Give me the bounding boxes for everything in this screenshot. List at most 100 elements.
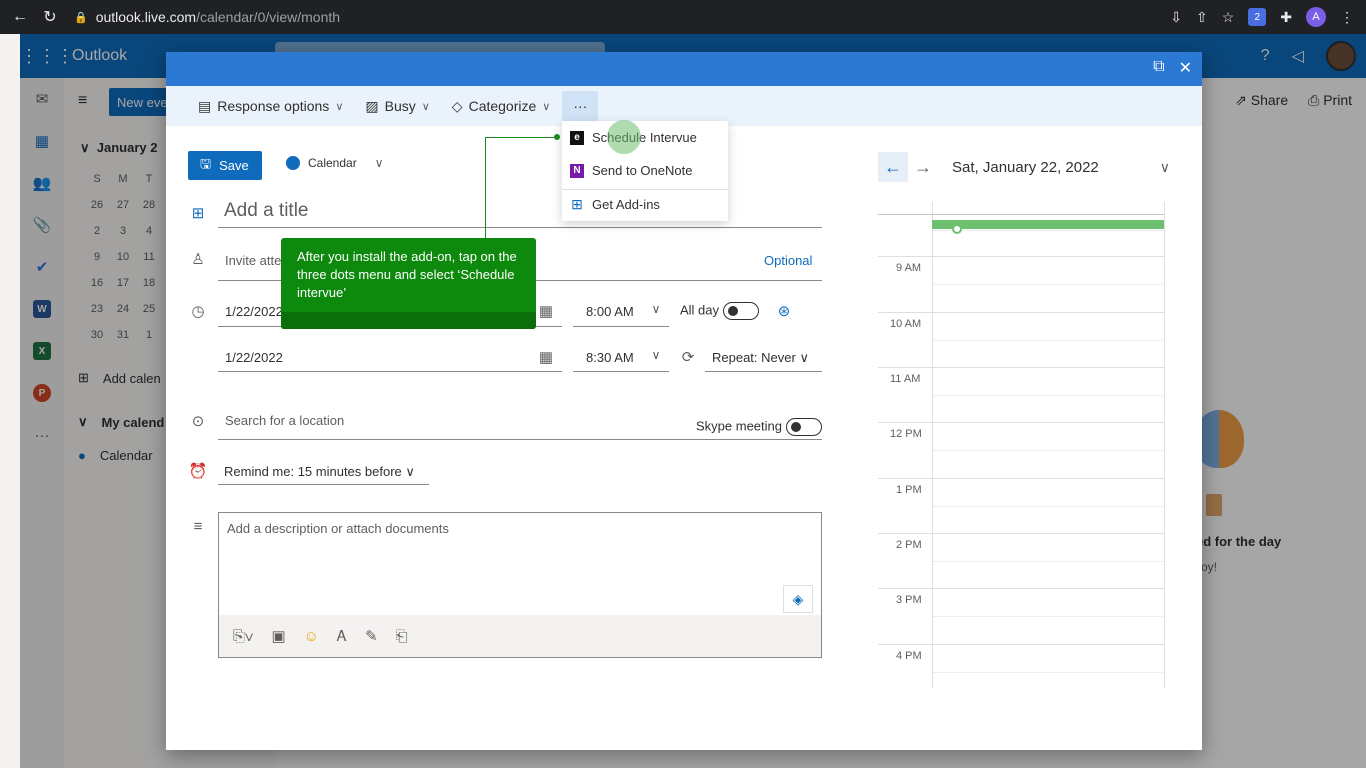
- chevron-down-icon: ∨: [405, 464, 415, 479]
- extensions-puzzle-icon[interactable]: ✚: [1280, 9, 1292, 26]
- title-underline: [218, 227, 822, 228]
- bookmark-star-icon[interactable]: ☆: [1222, 9, 1235, 26]
- close-icon[interactable]: ✕: [1179, 58, 1192, 78]
- hour-label: 10 AM: [890, 318, 922, 330]
- grid-line: [932, 616, 1164, 617]
- end-time-underline: [573, 371, 669, 372]
- invite-attendees-input[interactable]: Invite atte: [225, 253, 281, 268]
- menu-item-schedule-intervue[interactable]: e Schedule Intervue: [562, 121, 728, 154]
- tutorial-callout: After you install the add-on, tap on the…: [281, 238, 536, 329]
- description-editor[interactable]: Add a description or attach documents ◈ …: [218, 512, 822, 658]
- profile-avatar[interactable]: A: [1306, 7, 1326, 27]
- hour-label: 12 PM: [890, 428, 922, 440]
- next-day-button[interactable]: →: [908, 152, 938, 182]
- onenote-icon: N: [570, 163, 584, 178]
- callout-connector: [485, 137, 557, 138]
- chevron-down-icon[interactable]: ∨: [1160, 159, 1170, 176]
- grid-line: [878, 367, 1164, 368]
- end-date-underline: [218, 371, 562, 372]
- all-day-toggle[interactable]: All day: [680, 302, 759, 320]
- grid-line: [878, 214, 1164, 215]
- emoji-icon[interactable]: ☺: [304, 628, 319, 645]
- more-options-button[interactable]: ···: [562, 91, 599, 121]
- day-view-grid[interactable]: 9 AM 10 AM 11 AM 12 PM 1 PM 2 PM 3 PM 4 …: [878, 202, 1165, 688]
- busy-button[interactable]: ▨ Busy ∨: [365, 98, 429, 115]
- chevron-down-icon[interactable]: ∨: [646, 302, 666, 316]
- response-options-button[interactable]: ▤ Response options ∨: [198, 98, 343, 115]
- location-input[interactable]: Search for a location: [225, 413, 344, 428]
- intervue-icon: e: [570, 130, 584, 145]
- alarm-clock-icon: ⏰: [188, 463, 208, 480]
- tutorial-callout-text: After you install the add-on, tap on the…: [297, 249, 517, 300]
- event-resize-handle[interactable]: [952, 224, 962, 234]
- callout-connector: [485, 137, 486, 238]
- click-highlight-indicator: [607, 120, 641, 154]
- insights-gem-icon[interactable]: ◈: [783, 585, 813, 613]
- grid-line: [878, 533, 1164, 534]
- end-date-picker-icon[interactable]: ▦: [536, 348, 556, 366]
- start-time-select[interactable]: 8:00 AM: [586, 304, 634, 319]
- pop-out-icon[interactable]: ⧉: [1153, 58, 1164, 78]
- reminder-select[interactable]: Remind me: 15 minutes before ∨: [224, 464, 415, 480]
- formatting-toolbar: ⎘∨ ▣ ☺ Ꭺ ✎ ⎗: [219, 615, 821, 657]
- calendar-selector[interactable]: Calendar ∨: [286, 156, 384, 170]
- categorize-button[interactable]: ◇ Categorize ∨: [452, 98, 551, 115]
- description-lines-icon: ≡: [193, 518, 203, 535]
- skype-meeting-toggle[interactable]: Skype meeting: [696, 418, 822, 436]
- person-icon: ♙: [191, 251, 205, 268]
- insert-picture-icon[interactable]: ▣: [271, 627, 285, 645]
- grid-line: [878, 422, 1164, 423]
- title-input[interactable]: Add a title: [224, 200, 309, 222]
- add-ins-icon: ⊞: [571, 196, 583, 212]
- chevron-down-icon[interactable]: ∨: [646, 348, 666, 362]
- callout-anchor-dot: [554, 134, 560, 140]
- chevron-down-icon: ∨: [374, 156, 384, 170]
- end-date-input[interactable]: 1/22/2022: [225, 350, 283, 365]
- start-date-input[interactable]: 1/22/2022: [225, 304, 283, 319]
- attach-file-icon[interactable]: ⎘∨: [233, 628, 253, 645]
- grid-line: [932, 450, 1164, 451]
- event-preview-bar[interactable]: [932, 220, 1164, 229]
- install-app-icon[interactable]: ⇩: [1170, 9, 1182, 26]
- tag-icon: ◇: [451, 97, 463, 114]
- end-time-select[interactable]: 8:30 AM: [586, 350, 634, 365]
- url-path: /calendar/0/view/month: [196, 9, 341, 25]
- skype-meeting-switch[interactable]: [785, 418, 822, 436]
- hour-label: 3 PM: [896, 594, 922, 606]
- calendar-color-icon: [286, 156, 300, 170]
- grid-line: [1164, 202, 1165, 688]
- repeat-select[interactable]: Repeat: Never ∨: [712, 350, 809, 366]
- previous-day-button[interactable]: ←: [878, 152, 908, 182]
- location-pin-icon: ⊙: [191, 413, 205, 430]
- start-time-underline: [573, 326, 669, 327]
- url-host: outlook.live.com: [95, 9, 197, 25]
- format-text-icon[interactable]: Ꭺ: [337, 628, 347, 645]
- tutorial-callout-footer: [281, 312, 536, 329]
- location-underline: [218, 439, 822, 440]
- grid-line: [932, 395, 1164, 396]
- menu-item-get-add-ins[interactable]: ⊞ Get Add-ins: [562, 188, 728, 221]
- grid-line: [932, 284, 1164, 285]
- grid-line: [932, 230, 1164, 231]
- address-bar[interactable]: 🔒 outlook.live.com/calendar/0/view/month: [74, 9, 340, 25]
- title-category-icon: ⊞: [191, 205, 205, 222]
- back-arrow-icon[interactable]: ←: [10, 8, 30, 26]
- signature-pen-icon[interactable]: ✎: [365, 627, 378, 645]
- dialog-toolbar: ▤ Response options ∨ ▨ Busy ∨ ◇ Categori…: [166, 86, 1202, 126]
- all-day-switch[interactable]: [722, 302, 759, 320]
- grid-line: [932, 340, 1164, 341]
- menu-item-send-to-onenote[interactable]: N Send to OneNote: [562, 154, 728, 187]
- form-icon[interactable]: ⎗: [396, 628, 408, 645]
- extension-badge-icon[interactable]: 2: [1248, 8, 1267, 26]
- grid-line: [878, 312, 1164, 313]
- grid-line: [878, 588, 1164, 589]
- reload-icon[interactable]: ↻: [40, 7, 60, 27]
- start-date-picker-icon[interactable]: ▦: [536, 302, 556, 320]
- save-button[interactable]: 🖫 Save: [188, 151, 262, 180]
- chevron-down-icon: ∨: [542, 100, 551, 113]
- browser-menu-icon[interactable]: ⋮: [1340, 9, 1354, 26]
- share-page-icon[interactable]: ⇧: [1196, 9, 1208, 26]
- day-view-date: Sat, January 22, 2022: [952, 158, 1099, 176]
- optional-attendees-link[interactable]: Optional: [764, 253, 812, 268]
- time-zone-icon[interactable]: ⊛: [774, 302, 794, 320]
